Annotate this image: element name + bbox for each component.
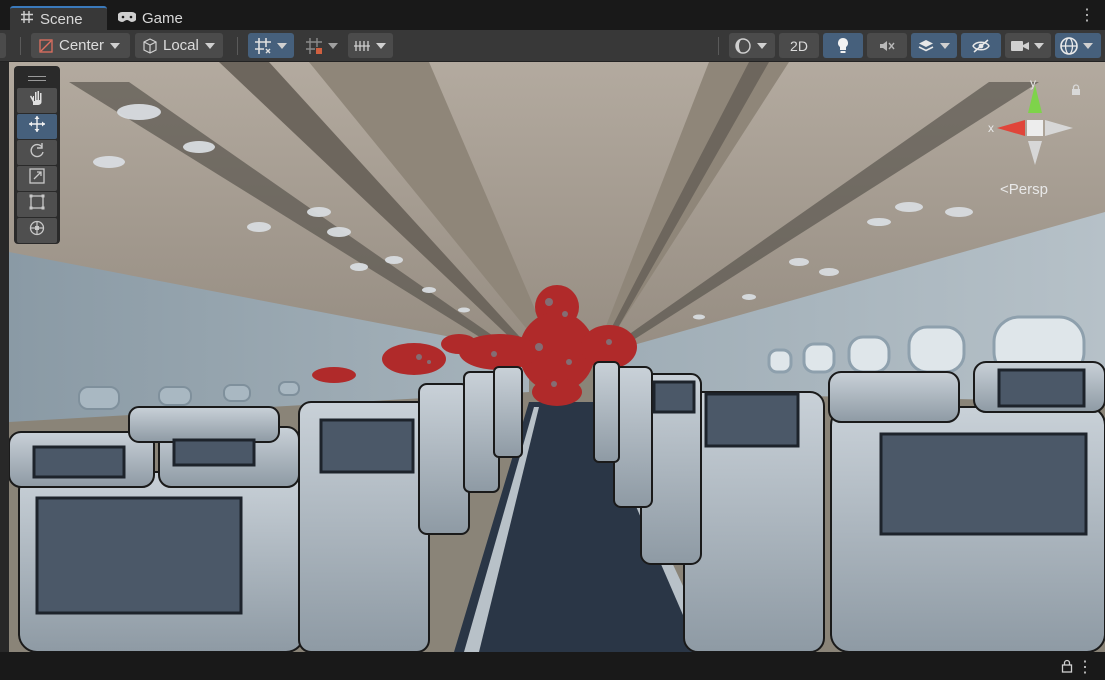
lightbulb-icon [833, 36, 853, 56]
toolbar-divider [718, 37, 719, 55]
x-axis-cone[interactable] [997, 120, 1025, 136]
y-axis-label: y [1030, 76, 1036, 90]
pivot-rotation-label: Local [163, 37, 199, 54]
scene-viewport[interactable] [9, 62, 1105, 652]
gizmos-dropdown[interactable] [1055, 33, 1101, 58]
effects-dropdown[interactable] [911, 33, 957, 58]
status-more-icon[interactable]: ⋮ [1077, 657, 1093, 677]
snap-increment-icon [304, 36, 324, 56]
rect-tool-button[interactable] [17, 192, 57, 217]
persp-arrow-icon: < [1000, 181, 1009, 198]
collapsed-toolbar-edge[interactable] [0, 33, 6, 58]
scene-visibility-toggle[interactable] [961, 33, 1001, 58]
transform-combined-icon [28, 219, 46, 242]
pivot-rotation-dropdown[interactable]: Local [135, 33, 223, 58]
pivot-mode-dropdown[interactable]: Center [31, 33, 130, 58]
toggle-2d-label: 2D [790, 37, 808, 54]
camera-icon [1010, 36, 1030, 56]
projection-label: Persp [1008, 181, 1048, 198]
rect-transform-icon [28, 193, 46, 216]
more-options-icon[interactable]: ⋮ [1079, 8, 1095, 24]
tab-scene-label: Scene [40, 10, 83, 28]
gizmo-lock-icon[interactable] [1070, 83, 1082, 101]
grid-snap-toggle[interactable] [248, 33, 294, 58]
audio-mute-icon [877, 36, 897, 56]
cube-icon [140, 36, 160, 56]
left-panel-edge [0, 62, 9, 652]
scene-toolbar: Center Local 2D [0, 30, 1105, 62]
pivot-mode-label: Center [59, 37, 105, 54]
gamepad-icon [117, 10, 137, 27]
toolbar-divider [20, 37, 21, 55]
transform-tool-button[interactable] [17, 218, 57, 243]
grid-icon [20, 10, 34, 28]
chevron-down-icon [277, 42, 287, 49]
scale-tool-button[interactable] [17, 166, 57, 191]
x-axis-label: x [988, 121, 994, 135]
chevron-down-icon [757, 42, 767, 49]
scene-view-window: Scene Game ⋮ Center Local 2D y x <Persp … [0, 0, 1105, 680]
grid-snap-icon [253, 36, 273, 56]
scene-lighting-toggle[interactable] [823, 33, 863, 58]
scale-icon [28, 167, 46, 190]
draw-mode-dropdown[interactable] [729, 33, 775, 58]
pivot-center-icon [36, 36, 56, 56]
rotate-tool-button[interactable] [17, 140, 57, 165]
scene-camera-dropdown[interactable] [1005, 33, 1051, 58]
cabin-scene-render [9, 62, 1105, 652]
lock-icon[interactable] [1061, 659, 1073, 678]
tab-scene[interactable]: Scene [10, 6, 107, 30]
chevron-down-icon [204, 42, 215, 49]
projection-toggle[interactable]: <Persp [1000, 181, 1048, 198]
chevron-down-icon [1034, 42, 1044, 49]
gizmo-center-cube[interactable] [1027, 120, 1043, 136]
shading-sphere-icon [733, 36, 753, 56]
incremental-snap-toggle[interactable] [301, 33, 343, 58]
neg-x-axis-cone[interactable] [1045, 120, 1073, 136]
tab-game[interactable]: Game [108, 6, 198, 30]
audio-toggle[interactable] [867, 33, 907, 58]
neg-y-axis-cone[interactable] [1028, 141, 1042, 165]
chevron-down-icon [940, 42, 950, 49]
toggle-2d-button[interactable]: 2D [779, 33, 819, 58]
eye-hidden-icon [971, 36, 991, 56]
chevron-down-icon [110, 42, 121, 49]
layers-effects-icon [916, 36, 936, 56]
tab-game-label: Game [142, 9, 183, 27]
hand-icon [28, 89, 46, 112]
chevron-down-icon [328, 42, 338, 49]
grid-visibility-dropdown[interactable] [348, 33, 393, 58]
tab-bar: Scene Game ⋮ [0, 0, 1105, 30]
chevron-down-icon [376, 42, 386, 49]
move-arrows-icon [28, 115, 46, 138]
tool-palette [14, 66, 60, 244]
move-tool-button[interactable] [17, 114, 57, 139]
chevron-down-icon [1083, 42, 1093, 49]
ruler-icon [352, 36, 372, 56]
hand-tool-button[interactable] [17, 88, 57, 113]
gizmo-globe-icon [1059, 36, 1079, 56]
rotate-icon [28, 141, 46, 164]
status-bar: ⋮ [0, 652, 1105, 680]
palette-grip-handle[interactable] [17, 69, 57, 87]
toolbar-divider [237, 37, 238, 55]
